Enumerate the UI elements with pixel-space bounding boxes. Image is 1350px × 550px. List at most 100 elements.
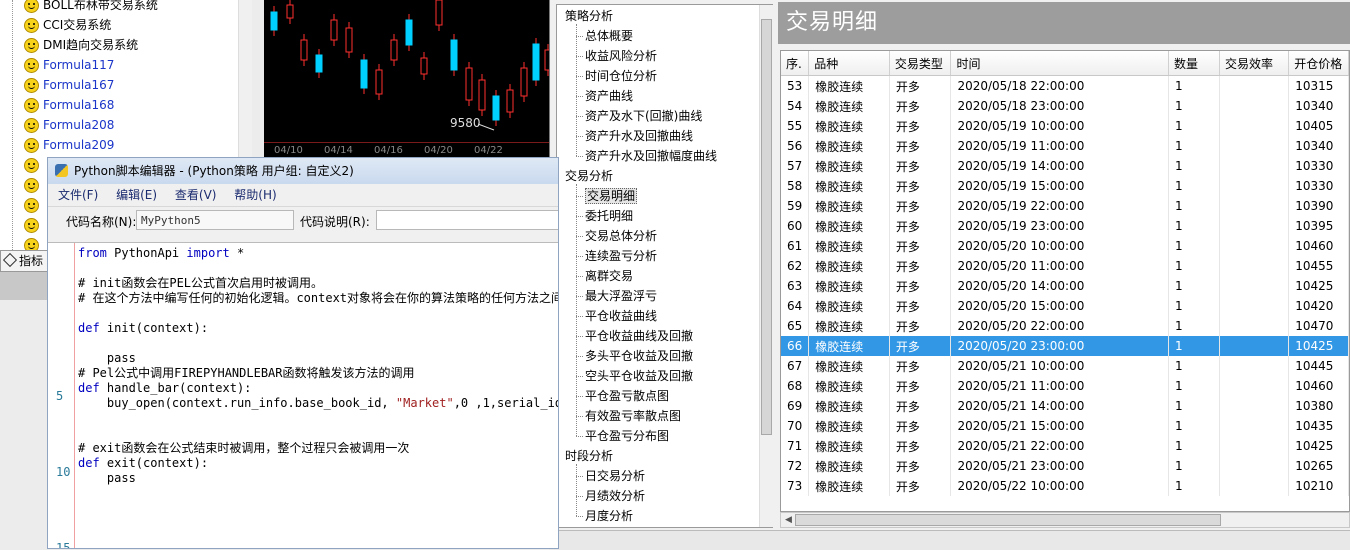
nav-item[interactable]: 月度分析 bbox=[585, 506, 633, 526]
table-cell: 64 bbox=[781, 296, 810, 316]
scroll-left-arrow-icon[interactable]: ◀ bbox=[785, 515, 792, 525]
table-cell: 10435 bbox=[1288, 416, 1349, 436]
nav-item[interactable]: 日交易分析 bbox=[585, 466, 645, 486]
column-header[interactable]: 时间 bbox=[950, 51, 1170, 76]
table-row[interactable]: 69 橡胶连续 开多 2020/05/21 14:00:00 1 10380 bbox=[781, 396, 1349, 416]
table-row[interactable]: 58 橡胶连续 开多 2020/05/19 15:00:00 1 10330 bbox=[781, 176, 1349, 196]
formula-tree-item[interactable]: Formula209 bbox=[24, 135, 114, 155]
table-row[interactable]: 70 橡胶连续 开多 2020/05/21 15:00:00 1 10435 bbox=[781, 416, 1349, 436]
table-row[interactable]: 59 橡胶连续 开多 2020/05/19 22:00:00 1 10390 bbox=[781, 196, 1349, 216]
nav-item[interactable]: 委托明细 bbox=[585, 206, 633, 226]
menu-edit[interactable]: 编辑(E) bbox=[116, 188, 157, 202]
formula-tree-item[interactable]: CCI交易系统 bbox=[24, 15, 111, 35]
nav-item[interactable]: 月绩效分析 bbox=[585, 486, 645, 506]
nav-item[interactable]: 离群交易 bbox=[585, 266, 633, 286]
nav-item[interactable]: 连续盈亏分析 bbox=[585, 246, 657, 266]
formula-tree-item[interactable]: BOLL布林带交易系统 bbox=[24, 0, 158, 15]
table-row[interactable]: 72 橡胶连续 开多 2020/05/21 23:00:00 1 10265 bbox=[781, 456, 1349, 476]
nav-item[interactable]: 平仓收益曲线 bbox=[585, 306, 657, 326]
nav-scrollbar[interactable] bbox=[759, 5, 773, 527]
python-icon bbox=[55, 164, 68, 177]
python-editor-window: Python脚本编辑器 - (Python策略 用户组: 自定义2) 文件(F)… bbox=[47, 157, 559, 549]
nav-group-2[interactable]: 时段分析 bbox=[565, 446, 613, 466]
menu-help[interactable]: 帮助(H) bbox=[234, 188, 276, 202]
nav-item[interactable]: 交易总体分析 bbox=[585, 226, 657, 246]
table-cell: 1 bbox=[1168, 476, 1220, 496]
nav-item[interactable]: 交易明细 bbox=[585, 186, 638, 206]
editor-title: Python脚本编辑器 - (Python策略 用户组: 自定义2) bbox=[74, 164, 354, 178]
table-cell: 2020/05/18 22:00:00 bbox=[950, 75, 1170, 96]
nav-item[interactable]: 最大浮盈浮亏 bbox=[585, 286, 657, 306]
table-row[interactable]: 64 橡胶连续 开多 2020/05/20 15:00:00 1 10420 bbox=[781, 296, 1349, 316]
nav-item[interactable]: 收益风险分析 bbox=[585, 46, 657, 66]
menu-file[interactable]: 文件(F) bbox=[58, 188, 98, 202]
table-cell: 10390 bbox=[1288, 196, 1349, 216]
column-header[interactable]: 交易效率 bbox=[1219, 51, 1290, 76]
table-row[interactable]: 65 橡胶连续 开多 2020/05/20 22:00:00 1 10470 bbox=[781, 316, 1349, 336]
column-header[interactable]: 开仓价格 bbox=[1288, 51, 1349, 76]
nav-item[interactable]: 平仓盈亏散点图 bbox=[585, 386, 669, 406]
formula-tree-item[interactable]: DMI趋向交易系统 bbox=[24, 35, 138, 55]
grid-horizontal-scrollbar[interactable]: ◀ bbox=[780, 512, 1350, 528]
table-row[interactable]: 56 橡胶连续 开多 2020/05/19 11:00:00 1 10340 bbox=[781, 136, 1349, 156]
nav-item[interactable]: 有效盈亏率散点图 bbox=[585, 406, 681, 426]
nav-item[interactable]: 空头平仓收益及回撤 bbox=[585, 366, 693, 386]
nav-item[interactable]: 资产升水及回撤曲线 bbox=[585, 126, 693, 146]
formula-tree-item[interactable]: Formula167 bbox=[24, 75, 114, 95]
nav-group-0[interactable]: 策略分析 bbox=[565, 6, 613, 26]
table-cell: 橡胶连续 bbox=[808, 476, 890, 496]
code-line-def-handle-bar: def handle_bar(context): bbox=[78, 381, 252, 395]
nav-item[interactable]: 总体概要 bbox=[585, 26, 633, 46]
code-name-input[interactable]: MyPython5 bbox=[136, 210, 294, 230]
table-row[interactable]: 55 橡胶连续 开多 2020/05/19 10:00:00 1 10405 bbox=[781, 116, 1349, 136]
table-row[interactable]: 60 橡胶连续 开多 2020/05/19 23:00:00 1 10395 bbox=[781, 216, 1349, 236]
table-cell: 开多 bbox=[889, 476, 952, 496]
table-row[interactable]: 67 橡胶连续 开多 2020/05/21 10:00:00 1 10445 bbox=[781, 356, 1349, 376]
table-cell bbox=[1219, 276, 1290, 296]
nav-scrollbar-thumb[interactable] bbox=[761, 19, 772, 435]
nav-item[interactable]: 时间仓位分析 bbox=[585, 66, 657, 86]
code-description-input[interactable] bbox=[376, 210, 558, 230]
nav-item[interactable]: 平仓收益曲线及回撤 bbox=[585, 326, 693, 346]
column-header[interactable]: 数量 bbox=[1168, 51, 1220, 76]
code-editor[interactable]: 5 10 15 from PythonApi import * # init函数… bbox=[48, 242, 559, 548]
table-row[interactable]: 73 橡胶连续 开多 2020/05/22 10:00:00 1 10210 bbox=[781, 476, 1349, 496]
formula-tree-item[interactable]: Formula208 bbox=[24, 115, 114, 135]
nav-item-label: 交易总体分析 bbox=[585, 229, 658, 243]
table-cell bbox=[1219, 136, 1290, 156]
nav-item[interactable]: 资产升水及回撤幅度曲线 bbox=[585, 146, 717, 166]
table-row[interactable]: 63 橡胶连续 开多 2020/05/20 14:00:00 1 10425 bbox=[781, 276, 1349, 296]
table-row[interactable]: 61 橡胶连续 开多 2020/05/20 10:00:00 1 10460 bbox=[781, 236, 1349, 256]
editor-titlebar[interactable]: Python脚本编辑器 - (Python策略 用户组: 自定义2) bbox=[48, 158, 558, 184]
table-row[interactable]: 57 橡胶连续 开多 2020/05/19 14:00:00 1 10330 bbox=[781, 156, 1349, 176]
formula-tree-item-label: DMI趋向交易系统 bbox=[43, 38, 139, 52]
table-row[interactable]: 66 橡胶连续 开多 2020/05/20 23:00:00 1 10425 bbox=[781, 336, 1349, 356]
table-row[interactable]: 68 橡胶连续 开多 2020/05/21 11:00:00 1 10460 bbox=[781, 376, 1349, 396]
grid-scrollbar-thumb[interactable] bbox=[795, 514, 1221, 526]
formula-tree-item-label: Formula208 bbox=[43, 118, 115, 132]
candle-body bbox=[360, 59, 368, 89]
code-comment-1: # init函数会在PEL公式首次启用时被调用。 bbox=[78, 276, 324, 290]
column-header[interactable]: 交易类型 bbox=[889, 51, 952, 76]
menu-view[interactable]: 查看(V) bbox=[175, 188, 217, 202]
formula-tree-item[interactable]: Formula168 bbox=[24, 95, 114, 115]
table-row[interactable]: 71 橡胶连续 开多 2020/05/21 22:00:00 1 10425 bbox=[781, 436, 1349, 456]
column-header[interactable]: 品种 bbox=[808, 51, 890, 76]
nav-item[interactable]: 资产及水下(回撤)曲线 bbox=[585, 106, 702, 126]
table-row[interactable]: 53 橡胶连续 开多 2020/05/18 22:00:00 1 10315 bbox=[781, 75, 1349, 96]
table-cell: 1 bbox=[1168, 216, 1220, 236]
table-cell: 1 bbox=[1168, 256, 1220, 276]
table-cell: 1 bbox=[1168, 396, 1220, 416]
column-header[interactable]: 序. bbox=[781, 51, 810, 76]
table-cell bbox=[1219, 476, 1290, 496]
table-cell: 橡胶连续 bbox=[808, 356, 890, 376]
code-line-buy-open: buy_open(context.run_info.base_book_id, … bbox=[78, 396, 559, 410]
table-row[interactable]: 54 橡胶连续 开多 2020/05/18 23:00:00 1 10340 bbox=[781, 96, 1349, 116]
nav-item[interactable]: 资产曲线 bbox=[585, 86, 633, 106]
nav-item[interactable]: 多头平仓收益及回撤 bbox=[585, 346, 693, 366]
table-row[interactable]: 62 橡胶连续 开多 2020/05/20 11:00:00 1 10455 bbox=[781, 256, 1349, 276]
nav-group-1[interactable]: 交易分析 bbox=[565, 166, 613, 186]
nav-item[interactable]: 平仓盈亏分布图 bbox=[585, 426, 669, 446]
formula-tree-item[interactable]: Formula117 bbox=[24, 55, 114, 75]
table-cell: 开多 bbox=[889, 376, 952, 396]
